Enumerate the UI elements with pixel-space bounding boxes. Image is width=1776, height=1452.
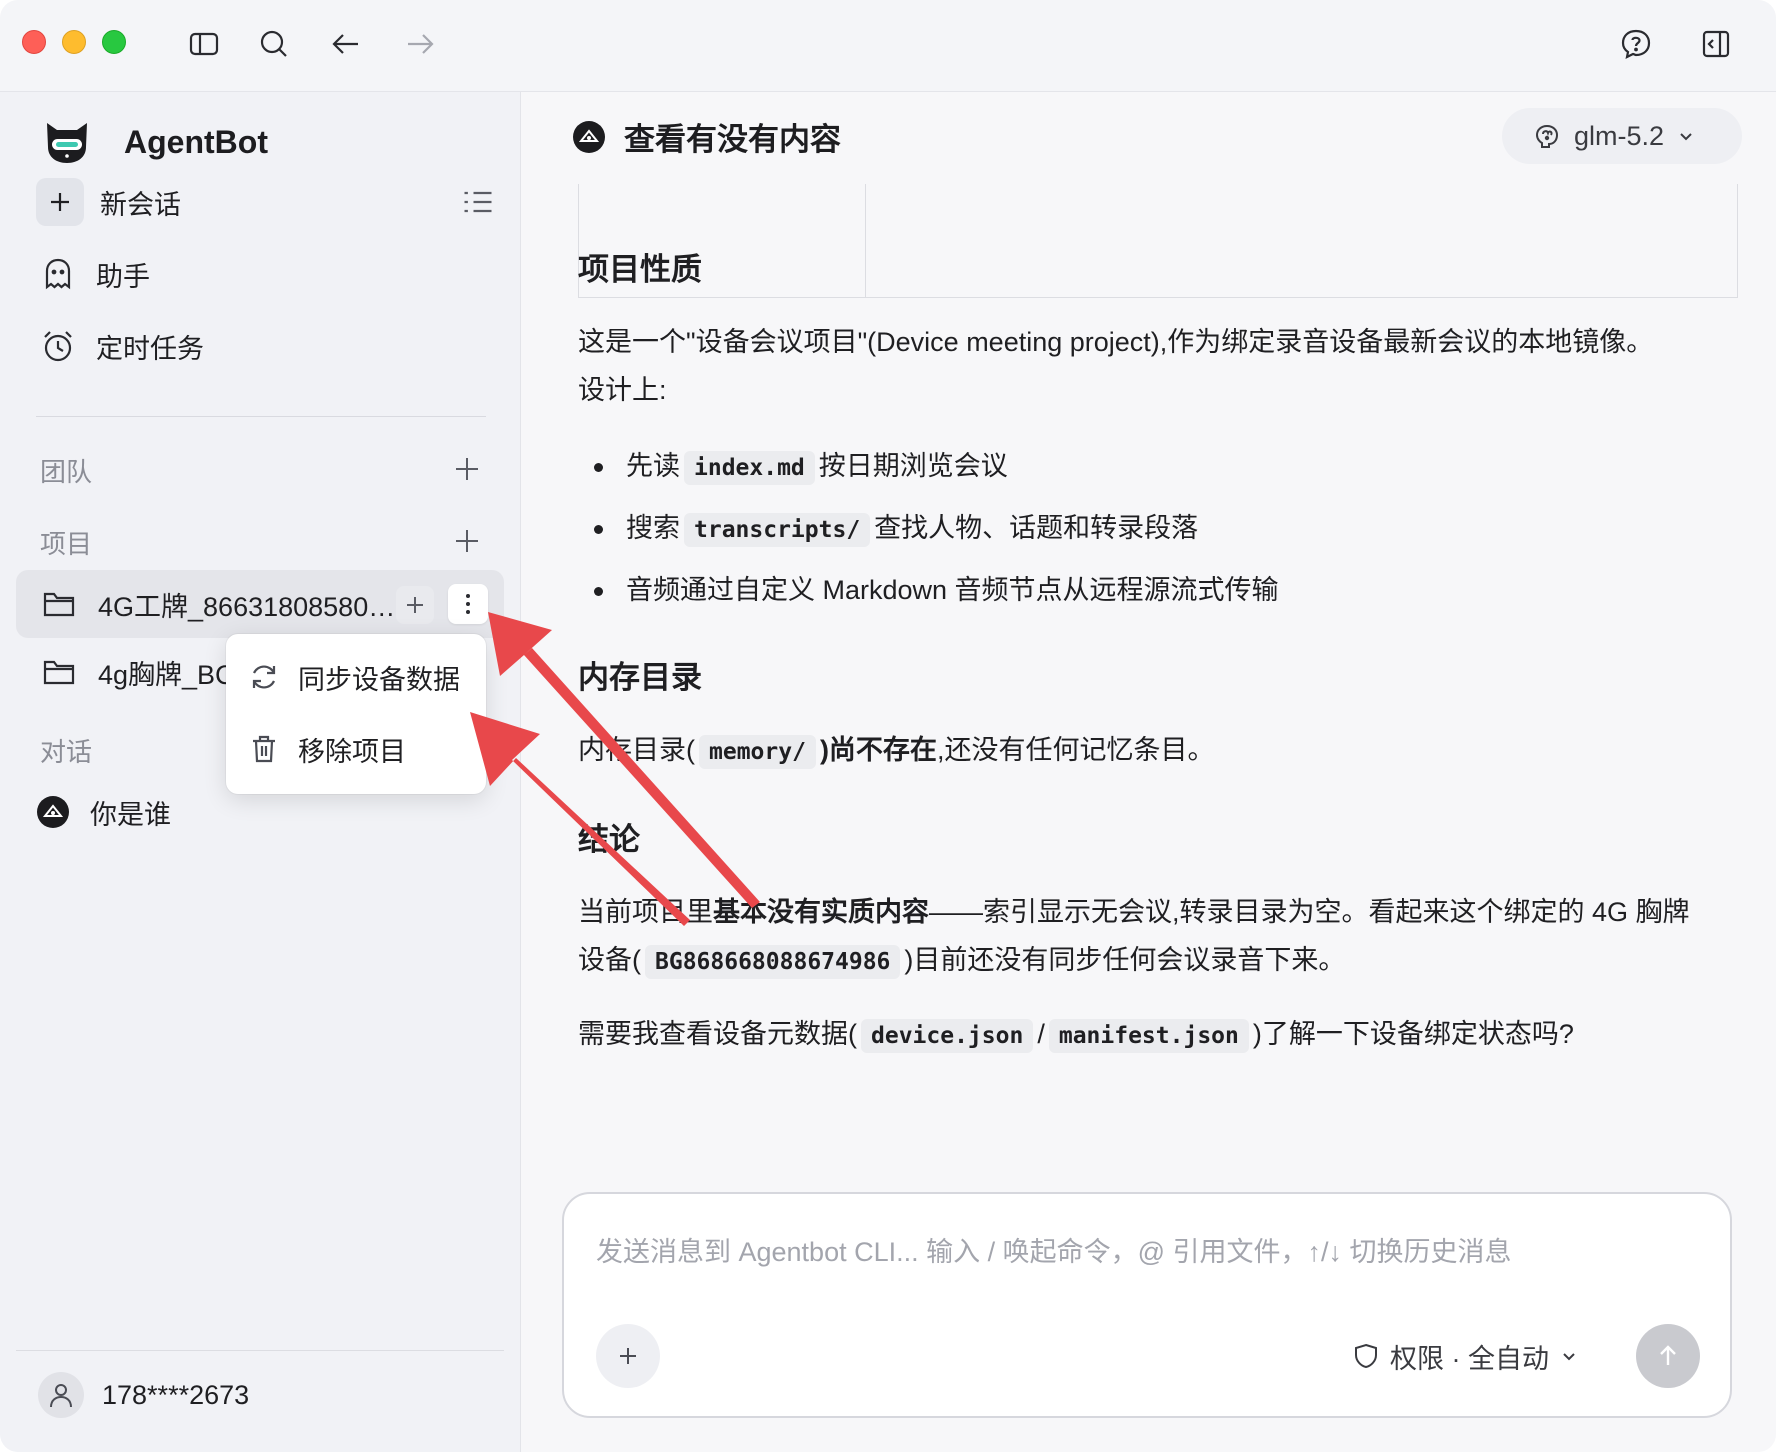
new-chat-button[interactable]: 新会话	[36, 174, 496, 230]
back-arrow-icon[interactable]	[328, 26, 364, 62]
inline-code: BG868668088674986	[645, 945, 901, 979]
maximize-window-button[interactable]	[102, 30, 126, 54]
sidebar-item-label: 定时任务	[96, 333, 204, 364]
project-more-options-icon[interactable]	[448, 584, 488, 624]
main-panel: 查看有没有内容 glm-5.2 项目性质 这是一个"设备会议项目"(Device…	[522, 92, 1776, 1452]
user-avatar-icon	[38, 1372, 84, 1418]
sidebar-divider	[36, 416, 486, 417]
paragraph: 设计上:	[578, 375, 667, 405]
conversations-section-label: 对话	[40, 737, 93, 767]
chat-title: 查看有没有内容	[624, 122, 841, 157]
project-item[interactable]: 4G工牌_86631808580…	[16, 570, 504, 638]
chevron-down-icon	[1563, 1353, 1575, 1361]
sidebar-item-scheduled-tasks[interactable]: 定时任务	[36, 318, 496, 374]
folder-icon	[43, 660, 75, 685]
add-project-plus-icon[interactable]	[452, 526, 482, 556]
projects-section-label: 项目	[40, 529, 93, 559]
paragraph: 设备(BG868668088674986)目前还没有同步任何会议录音下来。	[578, 936, 1345, 986]
chat-avatar-icon	[573, 120, 605, 153]
plus-icon	[620, 1348, 636, 1364]
alarm-clock-icon	[36, 324, 80, 368]
list-item: 先读 index.md 按日期浏览会议	[594, 442, 1008, 492]
sidebar-item-assistant[interactable]: 助手	[36, 246, 496, 302]
shield-icon	[1355, 1343, 1377, 1369]
table-fragment	[578, 184, 1738, 298]
paragraph: 当前项目里基本没有实质内容——索引显示无会议,转录目录为空。看起来这个绑定的 4…	[578, 897, 1690, 927]
close-window-button[interactable]	[22, 30, 46, 54]
arrow-up-icon	[1660, 1345, 1676, 1365]
paragraph: 这是一个"设备会议项目"(Device meeting project),作为绑…	[578, 327, 1654, 357]
project-label: 4G工牌_86631808580…	[98, 591, 396, 622]
list-view-icon[interactable]	[460, 184, 496, 220]
list-item: 音频通过自定义 Markdown 音频节点从远程源流式传输	[594, 566, 1279, 614]
forward-arrow-icon[interactable]	[402, 26, 438, 62]
model-name: glm-5.2	[1574, 120, 1665, 151]
permission-label: 权限 · 全自动	[1390, 1343, 1549, 1374]
help-icon[interactable]	[1618, 26, 1654, 62]
chat-avatar-icon	[37, 796, 69, 828]
user-name: 178****2673	[102, 1379, 250, 1410]
new-chat-label: 新会话	[100, 189, 181, 220]
project-add-chat-plus-icon[interactable]	[396, 586, 434, 624]
project-context-menu: 同步设备数据 移除项目	[226, 634, 486, 794]
search-icon[interactable]	[256, 26, 292, 62]
brain-icon	[1535, 124, 1559, 148]
chat-header: 查看有没有内容	[572, 114, 841, 159]
section-heading: 项目性质	[578, 252, 702, 287]
trash-icon	[253, 735, 275, 763]
sidebar-toggle-icon[interactable]	[186, 26, 222, 62]
model-selector[interactable]: glm-5.2	[1502, 108, 1742, 164]
user-profile[interactable]: 178****2673	[38, 1372, 249, 1418]
app-name: AgentBot	[124, 124, 268, 160]
inline-code: index.md	[684, 451, 815, 485]
sync-icon	[252, 665, 276, 689]
paragraph: 需要我查看设备元数据(device.json / manifest.json)了解一…	[578, 1010, 1574, 1060]
inline-code: device.json	[861, 1019, 1034, 1053]
app-window: AgentBot 新会话 助手 定时任务 团队 项目 4G工牌_86631808…	[0, 0, 1776, 1452]
conversation-label: 你是谁	[90, 799, 171, 830]
attach-plus-button[interactable]	[596, 1324, 660, 1388]
folder-icon	[43, 592, 75, 617]
chevron-down-icon	[1680, 133, 1692, 141]
composer-placeholder[interactable]: 发送消息到 Agentbot CLI... 输入 / 唤起命令，@ 引用文件，↑…	[596, 1230, 1512, 1269]
list-item: 搜索 transcripts/查找人物、话题和转录段落	[593, 504, 1198, 554]
section-heading: 内存目录	[578, 660, 702, 695]
user-divider	[16, 1350, 504, 1351]
minimize-window-button[interactable]	[62, 30, 86, 54]
menu-item-remove-project[interactable]: 移除项目	[248, 724, 406, 774]
conversation-item[interactable]: 你是谁	[36, 784, 171, 840]
sidebar-item-label: 助手	[96, 261, 150, 292]
plus-icon	[36, 178, 84, 226]
section-heading: 结论	[578, 822, 640, 857]
ghost-icon	[36, 252, 80, 296]
brand: AgentBot	[42, 114, 268, 170]
menu-item-label: 移除项目	[298, 736, 406, 767]
paragraph: 内存目录(memory/)尚不存在,还没有任何记忆条目。	[578, 726, 1214, 776]
team-section-label: 团队	[40, 457, 93, 487]
inline-code: manifest.json	[1048, 1019, 1249, 1053]
add-team-plus-icon[interactable]	[452, 454, 482, 484]
right-panel-toggle-icon[interactable]	[1698, 26, 1734, 62]
menu-item-label: 同步设备数据	[298, 664, 460, 695]
permission-selector[interactable]: 权限 · 全自动	[1352, 1336, 1577, 1376]
message-composer[interactable]: 发送消息到 Agentbot CLI... 输入 / 唤起命令，@ 引用文件，↑…	[562, 1192, 1732, 1418]
inline-code: transcripts/	[684, 513, 871, 547]
send-button[interactable]	[1636, 1324, 1700, 1388]
title-bar	[0, 0, 1776, 92]
inline-code: memory/	[699, 735, 816, 769]
menu-item-sync-device-data[interactable]: 同步设备数据	[248, 652, 460, 702]
agentbot-logo-icon	[47, 123, 87, 163]
